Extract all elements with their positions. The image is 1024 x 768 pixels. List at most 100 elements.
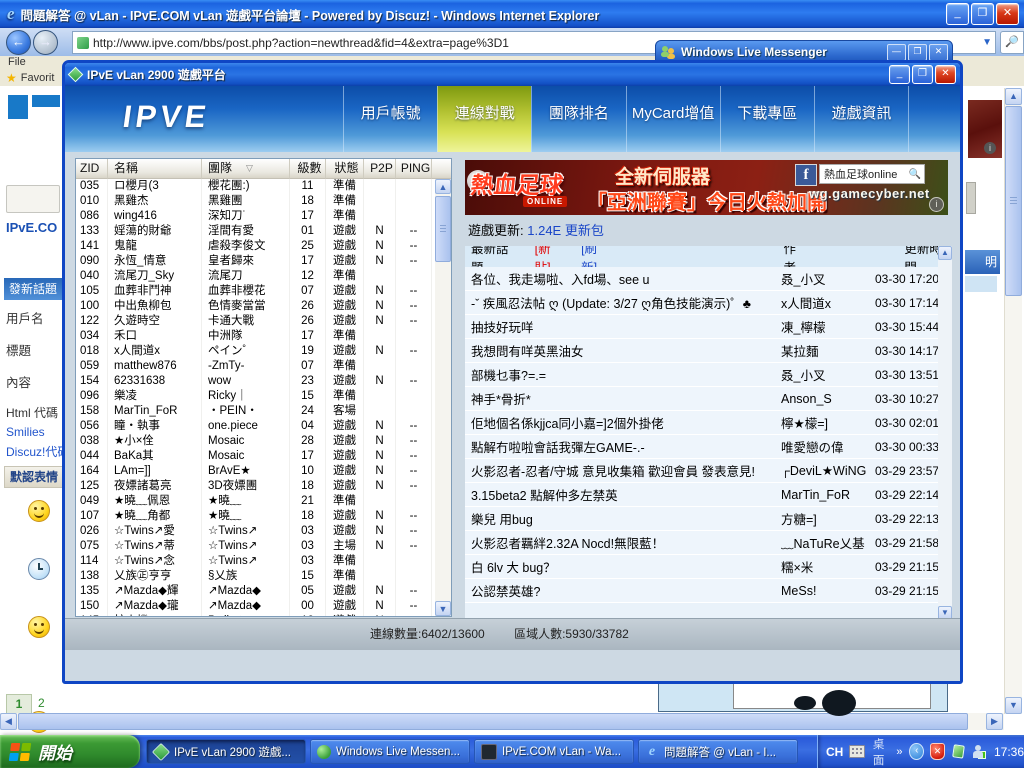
forum-row[interactable]: 佢地個名係kjjca同小嘉=]2個外掛佬檸★檬=]03-30 02:01 [465, 411, 938, 435]
column-header[interactable]: PING [396, 159, 432, 179]
ie-close-button[interactable]: ✕ [996, 3, 1019, 25]
topic-author[interactable]: MeSs! [781, 584, 875, 598]
table-row[interactable]: 114☆Twins↗念☆Twins↗03準備 [76, 554, 435, 569]
table-row[interactable]: 150↗Mazda◆瓏↗Mazda◆00遊戲N-- [76, 599, 435, 614]
forum-row[interactable]: 部機乜事?=.=叒_小叉03-30 13:51 [465, 363, 938, 387]
table-row[interactable]: 105血葬非鬥神血葬非櫻花07遊戲N-- [76, 284, 435, 299]
table-row[interactable]: 135↗Mazda◆輝↗Mazda◆05遊戲N-- [76, 584, 435, 599]
forum-row[interactable]: 抽技好玩咩凍_檸檬03-30 15:44 [465, 315, 938, 339]
form-field-label[interactable]: Discuz!代碼 [6, 443, 64, 460]
forum-row[interactable]: 公認禁英雄?MeSs!03-29 21:15 [465, 579, 938, 603]
table-row[interactable]: 15462331638wow23遊戲N-- [76, 374, 435, 389]
taskbar-button[interactable]: IPvE.COM vLan - Wa... [474, 739, 634, 764]
favorites-label[interactable]: Favorit [21, 72, 55, 84]
topic-author[interactable]: 糯×米 [781, 557, 875, 576]
topic-author[interactable]: 叒_小叉 [781, 365, 875, 384]
table-row[interactable]: 096樂凌Ricky｜15準備 [76, 389, 435, 404]
forum-row[interactable]: 各位、我走場啦、入fd場、see u叒_小叉03-30 17:20 [465, 267, 938, 291]
page-button-fragment[interactable]: 明 [965, 250, 1000, 274]
table-row[interactable]: 090永恆_情意皇者歸來17遊戲N-- [76, 254, 435, 269]
topic-title[interactable]: 部機乜事?=.= [465, 365, 781, 384]
tab-1[interactable]: 用戶帳號 [343, 86, 437, 152]
column-header[interactable]: 名稱 [108, 159, 202, 179]
table-row[interactable]: 145核少機5mile★12遊戲N-- [76, 614, 435, 616]
scrollbar-thumb[interactable] [1005, 106, 1022, 296]
ie-minimize-button[interactable]: _ [946, 3, 969, 25]
table-row[interactable]: 075☆Twins↗蒂☆Twins↗03主場N-- [76, 539, 435, 554]
page-button-fragment[interactable] [6, 185, 60, 213]
tab-6[interactable]: 遊戲資訊 [814, 86, 909, 152]
scroll-left-icon[interactable]: ◀ [0, 713, 17, 730]
taskbar-button[interactable]: e問題解答 @ vLan - I... [638, 739, 798, 764]
topic-author[interactable]: 凍_檸檬 [781, 317, 875, 336]
column-header[interactable]: 狀態 [326, 159, 364, 179]
topic-title[interactable]: 各位、我走場啦、入fd場、see u [465, 269, 781, 288]
vlan-close-button[interactable]: ✕ [935, 65, 956, 84]
table-row[interactable]: 086wing416深知刀˙17準備 [76, 209, 435, 224]
topic-title[interactable]: 火影忍者羈絆2.32A Nocd!無限藍！ [465, 533, 781, 552]
clock-smiley-icon[interactable] [28, 558, 50, 580]
forum-scrollbar[interactable]: ▲ ▼ [938, 246, 952, 620]
back-button[interactable]: ← [6, 30, 31, 55]
topic-title[interactable]: 神手*骨折* [465, 389, 781, 408]
ie-horizontal-scrollbar[interactable]: ◀ ▶ [0, 713, 1004, 730]
banner-search-box[interactable]: 熱血足球online 🔍 [819, 164, 925, 184]
update-package-link[interactable]: 1.24E 更新包 [527, 223, 604, 238]
taskbar-button[interactable]: Windows Live Messen... [310, 739, 470, 764]
forward-button[interactable]: → [33, 30, 58, 55]
ad-info-icon[interactable]: i [984, 142, 996, 154]
table-row[interactable]: 035ロ櫻月(3櫻花團:)11準備 [76, 179, 435, 194]
topic-author[interactable]: 叒_小叉 [781, 269, 875, 288]
table-row[interactable]: 125夜嫖諸葛亮3D夜嫖團18遊戲N-- [76, 479, 435, 494]
scroll-down-icon[interactable]: ▼ [435, 601, 451, 616]
table-row[interactable]: 038★小×佺Mosaic28遊戲N-- [76, 434, 435, 449]
vlan-tray-icon[interactable] [952, 744, 965, 758]
wlm-close-button[interactable]: ✕ [929, 44, 948, 61]
table-row[interactable]: 049★曉﹏佩恩★曉﹏21準備 [76, 494, 435, 509]
table-row[interactable]: 158MarTin_FoR・PEIN・24客場 [76, 404, 435, 419]
table-row[interactable]: 059matthew876-ZmTy-07準備 [76, 359, 435, 374]
topic-title[interactable]: 火影忍者-忍者/守城 意見收集箱 歡迎會員 發表意見! [465, 461, 781, 480]
topic-title[interactable]: 3.15beta2 點解仲多左禁英 [465, 485, 781, 504]
ad-banner[interactable]: 熱血足球 ONLINE 全新伺服器 「亞洲聯賽」今日火熱加開 f 熱血足球onl… [465, 160, 948, 215]
table-row[interactable]: 044BaKa其Mosaic17遊戲N-- [76, 449, 435, 464]
topic-title[interactable]: 白 6lv 大 bug？ [465, 557, 781, 576]
scrollbar-thumb[interactable] [435, 196, 451, 262]
forum-row[interactable]: -ˇ 疾風忍法帖 ღ (Update: 3/27 ღ角色技能演示)゜♣x人間道x… [465, 291, 938, 315]
topic-author[interactable]: 某拉麵 [781, 341, 875, 360]
banner-info-icon[interactable]: i [929, 197, 944, 212]
scrollbar-thumb[interactable] [18, 713, 968, 730]
topic-title[interactable]: 我想問有咩英黑油女 [465, 341, 781, 360]
security-alert-icon[interactable]: ✕ [930, 743, 945, 760]
tab-3[interactable]: 團隊排名 [531, 86, 625, 152]
table-row[interactable]: 141鬼龍虐殺李俊文25遊戲N-- [76, 239, 435, 254]
language-indicator[interactable]: CH [826, 745, 843, 759]
topic-author[interactable]: 方糖=] [781, 509, 875, 528]
scroll-right-icon[interactable]: ▶ [986, 713, 1003, 730]
vlan-maximize-button[interactable]: ❐ [912, 65, 933, 84]
table-row[interactable]: 026☆Twins↗愛☆Twins↗03遊戲N-- [76, 524, 435, 539]
topic-author[interactable]: MarTin_FoR [781, 488, 875, 502]
topic-title[interactable]: 公認禁英雄? [465, 581, 781, 600]
column-header[interactable]: 團隊▽ [202, 159, 290, 179]
ie-vertical-scrollbar[interactable]: ▲ ▼ [1004, 88, 1022, 714]
column-header[interactable]: P2P [364, 159, 396, 179]
smiley-icon[interactable] [28, 616, 50, 638]
site-link[interactable]: IPvE.CO [6, 220, 57, 235]
table-row[interactable]: 010黑雞杰黑雞團18準備 [76, 194, 435, 209]
favorites-star-icon[interactable]: ★ [6, 71, 17, 85]
magnifier-icon[interactable]: 🔍 [909, 169, 921, 180]
forum-row[interactable]: 火影忍者羈絆2.32A Nocd!無限藍！﹏NaTuRe乂基03-29 21:5… [465, 531, 938, 555]
messenger-status-icon[interactable] [972, 745, 984, 759]
table-row[interactable]: 107★曉﹏角都★曉﹏18遊戲N-- [76, 509, 435, 524]
scroll-up-icon[interactable]: ▲ [435, 179, 451, 194]
tab-4[interactable]: MyCard增值 [626, 86, 720, 152]
vlan-titlebar[interactable]: IPvE vLan 2900 遊戲平台 _ ❐ ✕ [65, 63, 960, 86]
form-field-label[interactable]: Smilies [6, 425, 64, 439]
topic-title[interactable]: 抽技好玩咩 [465, 317, 781, 336]
tab-2[interactable]: 連線對戰 [437, 86, 531, 152]
address-dropdown-icon[interactable]: ▼ [982, 37, 992, 48]
table-row[interactable]: 138乂族㊣亨亨§乂族15準備 [76, 569, 435, 584]
vlan-minimize-button[interactable]: _ [889, 65, 910, 84]
pagination-page-2[interactable]: 2 [38, 696, 45, 710]
